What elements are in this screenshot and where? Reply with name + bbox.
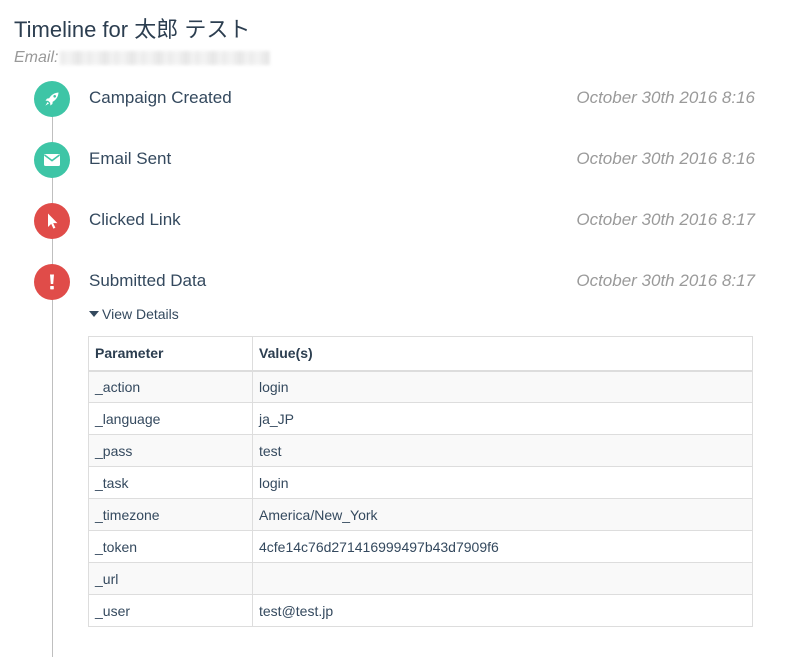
value-cell: ja_JP: [252, 402, 753, 435]
envelope-icon: [34, 142, 70, 178]
table-row: _task login: [88, 466, 753, 499]
parameter-cell: _task: [88, 466, 253, 499]
submitted-data-table: Parameter Value(s) _action login _langua…: [88, 336, 753, 627]
table-row: _pass test: [88, 434, 753, 467]
value-cell: 4cfe14c76d271416999497b43d7909f6: [252, 530, 753, 563]
view-details-label: View Details: [102, 306, 179, 322]
timeline-event-clicked-link: Clicked Link October 30th 2016 8:17: [0, 201, 800, 241]
event-time: October 30th 2016 8:17: [576, 271, 755, 290]
exclamation-icon: [34, 264, 70, 300]
value-cell: [252, 562, 753, 595]
column-header-values: Value(s): [252, 336, 753, 372]
value-cell: login: [252, 370, 753, 403]
event-time: October 30th 2016 8:17: [576, 210, 755, 229]
parameter-cell: _user: [88, 594, 253, 627]
table-row: _language ja_JP: [88, 402, 753, 435]
timeline-event-email-sent: Email Sent October 30th 2016 8:16: [0, 140, 800, 180]
parameter-cell: _url: [88, 562, 253, 595]
parameter-cell: _pass: [88, 434, 253, 467]
email-redacted: [60, 50, 271, 65]
table-header-row: Parameter Value(s): [88, 336, 753, 372]
mouse-pointer-icon: [34, 203, 70, 239]
rocket-icon: [34, 81, 70, 117]
event-time: October 30th 2016 8:16: [576, 88, 755, 107]
parameter-cell: _timezone: [88, 498, 253, 531]
timeline-line: [52, 98, 53, 657]
parameter-cell: _action: [88, 370, 253, 403]
event-time: October 30th 2016 8:16: [576, 149, 755, 168]
value-cell: test: [252, 434, 753, 467]
parameter-cell: _token: [88, 530, 253, 563]
table-row: _timezone America/New_York: [88, 498, 753, 531]
event-label: Clicked Link: [89, 210, 181, 229]
table-row: _url: [88, 562, 753, 595]
caret-down-icon: [89, 311, 99, 318]
event-label: Submitted Data: [89, 271, 207, 290]
parameter-cell: _language: [88, 402, 253, 435]
column-header-parameter: Parameter: [88, 336, 253, 372]
value-cell: America/New_York: [252, 498, 753, 531]
timeline-event-campaign-created: Campaign Created October 30th 2016 8:16: [0, 79, 800, 119]
view-details-toggle[interactable]: View Details: [89, 306, 179, 322]
value-cell: test@test.jp: [252, 594, 753, 627]
page-title: Timeline for 太郎 テスト: [14, 17, 251, 42]
table-row: _action login: [88, 370, 753, 403]
email-line: Email:: [14, 49, 271, 67]
timeline-event-submitted-data: Submitted Data October 30th 2016 8:17: [0, 262, 800, 302]
table-row: _user test@test.jp: [88, 594, 753, 627]
event-label: Email Sent: [89, 149, 172, 168]
table-row: _token 4cfe14c76d271416999497b43d7909f6: [88, 530, 753, 563]
event-label: Campaign Created: [89, 88, 232, 107]
value-cell: login: [252, 466, 753, 499]
email-label: Email:: [14, 49, 59, 66]
